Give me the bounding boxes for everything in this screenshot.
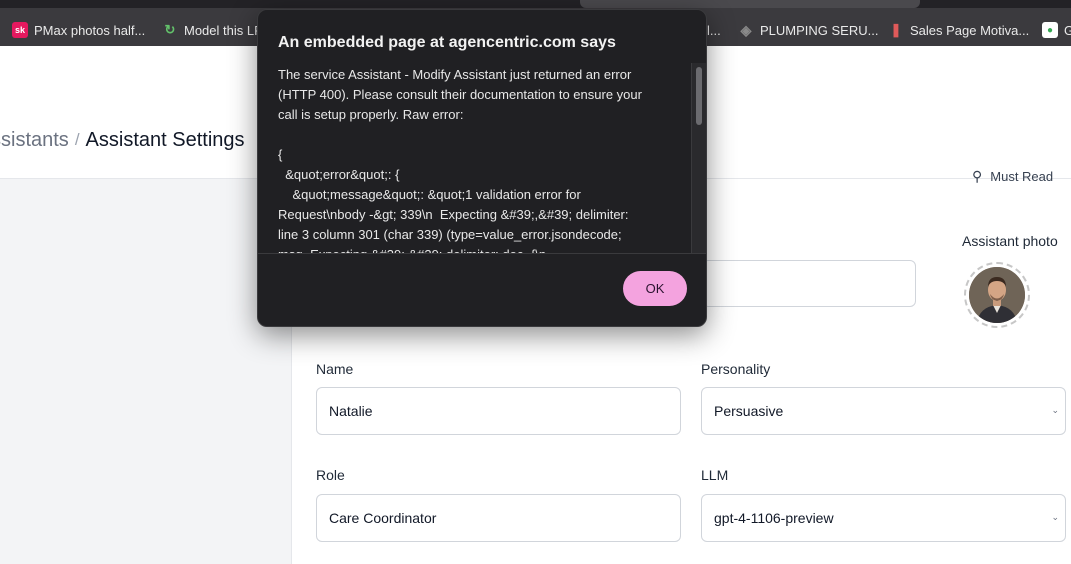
maps-icon: ● — [1042, 22, 1058, 38]
llm-label: LLM — [701, 467, 729, 483]
bookmark-pmax-photos[interactable]: sk PMax photos half... — [12, 20, 145, 40]
sales-icon: ❚ — [890, 22, 902, 37]
pin-icon: ⚲ — [972, 168, 983, 184]
role-label: Role — [316, 467, 345, 483]
breadcrumb-separator: / — [74, 130, 80, 149]
bookmark-label: l... — [707, 22, 721, 38]
link-chain-icon: ↻ — [164, 22, 176, 37]
dialog-title: An embedded page at agencentric.com says — [278, 34, 616, 51]
scrollbar-thumb[interactable] — [696, 67, 702, 125]
name-field[interactable]: Natalie — [316, 387, 681, 435]
bookmark-label: PLUMPING SERU... — [760, 22, 879, 38]
tab-strip — [0, 0, 1071, 8]
name-label: Name — [316, 361, 354, 377]
llm-value: gpt-4-1106-preview — [714, 510, 834, 526]
dialog-message: The service Assistant - Modify Assistant… — [278, 67, 642, 253]
bookmark-label: PMax photos half... — [34, 22, 146, 38]
personality-select[interactable]: Persuasive ⌄ — [701, 387, 1066, 435]
bookmark-label: Model this LP — [184, 22, 263, 38]
chevron-down-icon: ⌄ — [1051, 405, 1059, 415]
chevron-down-icon: ⌄ — [1051, 512, 1059, 522]
bookmark-truncated[interactable]: l... — [707, 20, 721, 40]
dialog-message-scroll[interactable]: The service Assistant - Modify Assistant… — [258, 65, 706, 253]
page-title: Assistant Settings — [85, 128, 245, 151]
bookmark-label: G — [1064, 22, 1071, 38]
personality-value: Persuasive — [714, 403, 784, 419]
bookmark-maps[interactable]: ● G — [1042, 20, 1071, 40]
must-read-label: Must Read — [990, 169, 1054, 184]
breadcrumb-assistants-link[interactable]: ssistants — [0, 129, 69, 152]
bookmark-model-this-lp[interactable]: ↻ Model this LP — [162, 20, 263, 40]
must-read-link[interactable]: ⚲ Must Read — [972, 168, 1053, 185]
llm-select[interactable]: gpt-4-1106-preview ⌄ — [701, 494, 1066, 542]
bookmark-sales-page[interactable]: ❚ Sales Page Motiva... — [888, 20, 1030, 40]
dialog-scrollbar[interactable] — [691, 63, 706, 253]
role-value: Care Coordinator — [329, 510, 437, 526]
left-panel — [0, 179, 292, 564]
breadcrumb: ssistants / Assistant Settings — [0, 127, 245, 153]
bookmark-label: Sales Page Motiva... — [910, 22, 1030, 38]
bookmark-plumping-serum[interactable]: ◈ PLUMPING SERU... — [738, 20, 879, 40]
role-field[interactable]: Care Coordinator — [316, 494, 681, 542]
ok-button[interactable]: OK — [623, 271, 687, 306]
avatar-image — [969, 267, 1025, 323]
avatar[interactable] — [964, 262, 1030, 328]
name-value: Natalie — [329, 403, 373, 419]
dialog-divider — [258, 253, 706, 254]
alert-dialog: An embedded page at agencentric.com says… — [257, 9, 707, 327]
description-input[interactable] — [702, 260, 916, 307]
assistant-photo-label: Assistant photo — [962, 233, 1058, 249]
personality-label: Personality — [701, 361, 771, 377]
sk-logo-icon: sk — [12, 22, 28, 38]
diamond-icon: ◈ — [740, 21, 752, 38]
